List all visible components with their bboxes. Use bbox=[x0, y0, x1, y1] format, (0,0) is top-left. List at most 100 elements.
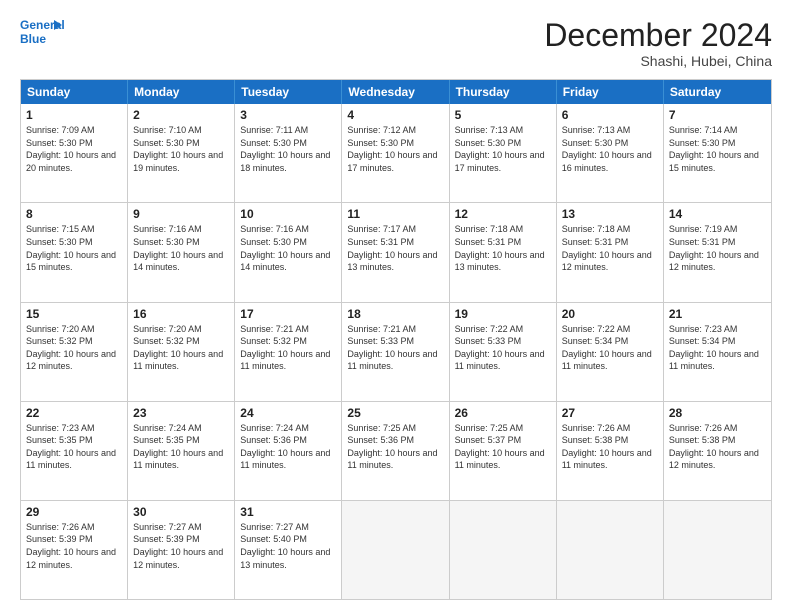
calendar-cell bbox=[664, 501, 771, 599]
day-number: 12 bbox=[455, 207, 551, 221]
calendar-cell: 20 Sunrise: 7:22 AMSunset: 5:34 PMDayligh… bbox=[557, 303, 664, 401]
cell-info: Sunrise: 7:21 AMSunset: 5:32 PMDaylight:… bbox=[240, 323, 336, 373]
calendar-row-5: 29 Sunrise: 7:26 AMSunset: 5:39 PMDayligh… bbox=[21, 501, 771, 599]
logo-container: GeneralBlue bbox=[20, 18, 54, 46]
calendar-cell bbox=[450, 501, 557, 599]
day-number: 19 bbox=[455, 307, 551, 321]
day-number: 14 bbox=[669, 207, 766, 221]
day-number: 6 bbox=[562, 108, 658, 122]
calendar-cell: 21Sunrise: 7:23 AMSunset: 5:34 PMDayligh… bbox=[664, 303, 771, 401]
day-number: 24 bbox=[240, 406, 336, 420]
header-cell-saturday: Saturday bbox=[664, 80, 771, 104]
cell-info: Sunrise: 7:14 AMSunset: 5:30 PMDaylight:… bbox=[669, 124, 766, 174]
calendar-cell: 10 Sunrise: 7:16 AMSunset: 5:30 PMDayligh… bbox=[235, 203, 342, 301]
cell-info: Sunrise: 7:20 AMSunset: 5:32 PMDaylight:… bbox=[133, 323, 229, 373]
cell-info: Sunrise: 7:25 AMSunset: 5:37 PMDaylight:… bbox=[455, 422, 551, 472]
header-cell-monday: Monday bbox=[128, 80, 235, 104]
cell-info: Sunrise: 7:27 AMSunset: 5:40 PMDaylight:… bbox=[240, 521, 336, 571]
calendar: SundayMondayTuesdayWednesdayThursdayFrid… bbox=[20, 79, 772, 600]
calendar-cell: 17 Sunrise: 7:21 AMSunset: 5:32 PMDayligh… bbox=[235, 303, 342, 401]
day-number: 15 bbox=[26, 307, 122, 321]
cell-info: Sunrise: 7:13 AMSunset: 5:30 PMDaylight:… bbox=[455, 124, 551, 174]
location: Shashi, Hubei, China bbox=[544, 53, 772, 69]
calendar-cell: 30 Sunrise: 7:27 AMSunset: 5:39 PMDayligh… bbox=[128, 501, 235, 599]
cell-info: Sunrise: 7:24 AMSunset: 5:35 PMDaylight:… bbox=[133, 422, 229, 472]
calendar-cell: 28 Sunrise: 7:26 AMSunset: 5:38 PMDayligh… bbox=[664, 402, 771, 500]
cell-info: Sunrise: 7:19 AMSunset: 5:31 PMDaylight:… bbox=[669, 223, 766, 273]
calendar-cell: 18Sunrise: 7:21 AMSunset: 5:33 PMDayligh… bbox=[342, 303, 449, 401]
calendar-cell: 27 Sunrise: 7:26 AMSunset: 5:38 PMDayligh… bbox=[557, 402, 664, 500]
day-number: 31 bbox=[240, 505, 336, 519]
calendar-row-4: 22 Sunrise: 7:23 AMSunset: 5:35 PMDayligh… bbox=[21, 402, 771, 501]
day-number: 22 bbox=[26, 406, 122, 420]
day-number: 11 bbox=[347, 207, 443, 221]
cell-info: Sunrise: 7:10 AMSunset: 5:30 PMDaylight:… bbox=[133, 124, 229, 174]
calendar-page: GeneralBlue December 2024 Shashi, Hubei,… bbox=[0, 0, 792, 612]
calendar-cell: 9 Sunrise: 7:16 AMSunset: 5:30 PMDaylight… bbox=[128, 203, 235, 301]
cell-info: Sunrise: 7:22 AMSunset: 5:33 PMDaylight:… bbox=[455, 323, 551, 373]
header-cell-thursday: Thursday bbox=[450, 80, 557, 104]
day-number: 20 bbox=[562, 307, 658, 321]
calendar-cell: 29 Sunrise: 7:26 AMSunset: 5:39 PMDayligh… bbox=[21, 501, 128, 599]
cell-info: Sunrise: 7:26 AMSunset: 5:39 PMDaylight:… bbox=[26, 521, 122, 571]
cell-info: Sunrise: 7:15 AMSunset: 5:30 PMDaylight:… bbox=[26, 223, 122, 273]
cell-info: Sunrise: 7:23 AMSunset: 5:35 PMDaylight:… bbox=[26, 422, 122, 472]
day-number: 13 bbox=[562, 207, 658, 221]
cell-info: Sunrise: 7:26 AMSunset: 5:38 PMDaylight:… bbox=[562, 422, 658, 472]
day-number: 26 bbox=[455, 406, 551, 420]
cell-info: Sunrise: 7:20 AMSunset: 5:32 PMDaylight:… bbox=[26, 323, 122, 373]
day-number: 29 bbox=[26, 505, 122, 519]
calendar-cell: 12 Sunrise: 7:18 AMSunset: 5:31 PMDayligh… bbox=[450, 203, 557, 301]
calendar-cell: 11 Sunrise: 7:17 AMSunset: 5:31 PMDayligh… bbox=[342, 203, 449, 301]
page-header: GeneralBlue December 2024 Shashi, Hubei,… bbox=[20, 18, 772, 69]
cell-info: Sunrise: 7:09 AMSunset: 5:30 PMDaylight:… bbox=[26, 124, 122, 174]
day-number: 5 bbox=[455, 108, 551, 122]
cell-info: Sunrise: 7:16 AMSunset: 5:30 PMDaylight:… bbox=[240, 223, 336, 273]
calendar-cell: 1 Sunrise: 7:09 AMSunset: 5:30 PMDaylight… bbox=[21, 104, 128, 202]
header-cell-wednesday: Wednesday bbox=[342, 80, 449, 104]
header-cell-sunday: Sunday bbox=[21, 80, 128, 104]
day-number: 2 bbox=[133, 108, 229, 122]
calendar-cell: 14 Sunrise: 7:19 AMSunset: 5:31 PMDayligh… bbox=[664, 203, 771, 301]
logo: GeneralBlue bbox=[20, 18, 54, 46]
cell-info: Sunrise: 7:23 AMSunset: 5:34 PMDaylight:… bbox=[669, 323, 766, 373]
calendar-cell: 25Sunrise: 7:25 AMSunset: 5:36 PMDayligh… bbox=[342, 402, 449, 500]
calendar-cell: 15 Sunrise: 7:20 AMSunset: 5:32 PMDayligh… bbox=[21, 303, 128, 401]
day-number: 28 bbox=[669, 406, 766, 420]
calendar-cell: 7Sunrise: 7:14 AMSunset: 5:30 PMDaylight… bbox=[664, 104, 771, 202]
cell-info: Sunrise: 7:26 AMSunset: 5:38 PMDaylight:… bbox=[669, 422, 766, 472]
cell-info: Sunrise: 7:11 AMSunset: 5:30 PMDaylight:… bbox=[240, 124, 336, 174]
title-block: December 2024 Shashi, Hubei, China bbox=[544, 18, 772, 69]
day-number: 3 bbox=[240, 108, 336, 122]
day-number: 16 bbox=[133, 307, 229, 321]
calendar-cell: 4Sunrise: 7:12 AMSunset: 5:30 PMDaylight… bbox=[342, 104, 449, 202]
calendar-cell: 22 Sunrise: 7:23 AMSunset: 5:35 PMDayligh… bbox=[21, 402, 128, 500]
cell-info: Sunrise: 7:17 AMSunset: 5:31 PMDaylight:… bbox=[347, 223, 443, 273]
cell-info: Sunrise: 7:16 AMSunset: 5:30 PMDaylight:… bbox=[133, 223, 229, 273]
day-number: 9 bbox=[133, 207, 229, 221]
day-number: 10 bbox=[240, 207, 336, 221]
logo-arrow bbox=[54, 20, 62, 30]
calendar-row-1: 1 Sunrise: 7:09 AMSunset: 5:30 PMDaylight… bbox=[21, 104, 771, 203]
cell-info: Sunrise: 7:27 AMSunset: 5:39 PMDaylight:… bbox=[133, 521, 229, 571]
calendar-cell: 23Sunrise: 7:24 AMSunset: 5:35 PMDayligh… bbox=[128, 402, 235, 500]
day-number: 27 bbox=[562, 406, 658, 420]
cell-info: Sunrise: 7:13 AMSunset: 5:30 PMDaylight:… bbox=[562, 124, 658, 174]
day-number: 17 bbox=[240, 307, 336, 321]
calendar-cell: 31 Sunrise: 7:27 AMSunset: 5:40 PMDayligh… bbox=[235, 501, 342, 599]
calendar-cell: 13 Sunrise: 7:18 AMSunset: 5:31 PMDayligh… bbox=[557, 203, 664, 301]
day-number: 18 bbox=[347, 307, 443, 321]
day-number: 1 bbox=[26, 108, 122, 122]
calendar-cell: 26 Sunrise: 7:25 AMSunset: 5:37 PMDayligh… bbox=[450, 402, 557, 500]
calendar-cell: 19 Sunrise: 7:22 AMSunset: 5:33 PMDayligh… bbox=[450, 303, 557, 401]
cell-info: Sunrise: 7:22 AMSunset: 5:34 PMDaylight:… bbox=[562, 323, 658, 373]
cell-info: Sunrise: 7:12 AMSunset: 5:30 PMDaylight:… bbox=[347, 124, 443, 174]
logo-text: GeneralBlue bbox=[20, 18, 54, 47]
cell-info: Sunrise: 7:25 AMSunset: 5:36 PMDaylight:… bbox=[347, 422, 443, 472]
day-number: 30 bbox=[133, 505, 229, 519]
header-cell-friday: Friday bbox=[557, 80, 664, 104]
cell-info: Sunrise: 7:18 AMSunset: 5:31 PMDaylight:… bbox=[455, 223, 551, 273]
month-title: December 2024 bbox=[544, 18, 772, 53]
cell-info: Sunrise: 7:18 AMSunset: 5:31 PMDaylight:… bbox=[562, 223, 658, 273]
calendar-cell bbox=[557, 501, 664, 599]
